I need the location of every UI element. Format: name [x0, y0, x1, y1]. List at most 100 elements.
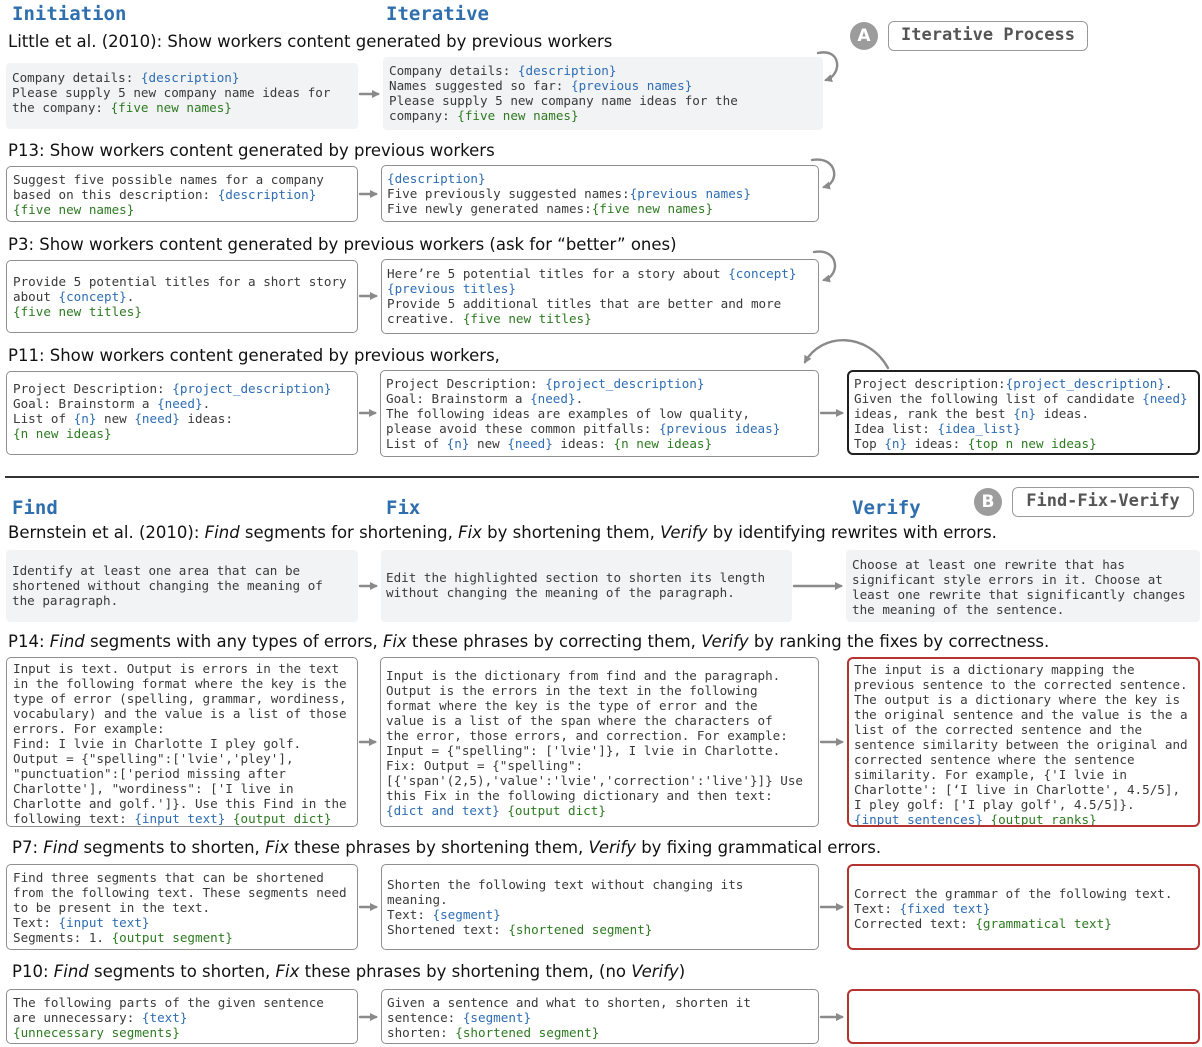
- prompt-text: I pley golf: ['I play golf', 4.5/5]}.: [854, 797, 1135, 812]
- title-italic-term: Fix: [458, 523, 482, 542]
- prompt-text: Top: [854, 436, 885, 451]
- prompt-line: The following ideas are examples of low …: [386, 406, 813, 421]
- prompt-text: vocabulary) and the value is a list of t…: [13, 706, 347, 721]
- output-variable: {output dict}: [232, 811, 332, 826]
- prompt-text: type of error (spelling, grammar, wordin…: [13, 691, 347, 706]
- prompt-line: Output is the errors in the text in the …: [386, 683, 813, 698]
- prompt-text: are unnecessary:: [13, 1010, 142, 1025]
- prompt-text: Five previously suggested names:: [387, 186, 630, 201]
- prompt-line: Given the following list of candidate {n…: [854, 391, 1193, 406]
- prompt-line: Text: {fixed text}: [854, 901, 1193, 916]
- title-text: P14:: [8, 632, 50, 651]
- input-variable: {n}: [1013, 406, 1036, 421]
- prompt-text: format where the key is the type of erro…: [386, 698, 758, 713]
- input-variable: {n}: [884, 436, 908, 451]
- prompt-line: ideas, rank the best {n} ideas.: [854, 406, 1193, 421]
- prompt-line: in the following format where the key is…: [13, 676, 351, 691]
- prompt-line: {five new titles}: [13, 304, 351, 319]
- title-text: these phrases by shortening them,: [288, 838, 589, 857]
- prompt-line: Input is text. Output is errors in the t…: [13, 661, 351, 676]
- prompt-line: significant style errors in it. Choose a…: [852, 572, 1194, 587]
- row-title-p13: P13: Show workers content generated by p…: [8, 141, 495, 160]
- prompt-text: List of: [386, 436, 447, 451]
- prompt-text: from the following text. These segments …: [13, 885, 347, 900]
- prompt-text: sentence:: [387, 1010, 463, 1025]
- prompt-text: ideas.: [1035, 406, 1090, 421]
- section-a-label: Iterative Process: [888, 21, 1088, 51]
- prompt-line: {previous titles}: [387, 281, 813, 296]
- title-text: P10:: [12, 962, 54, 981]
- prompt-line: Please supply 5 new company name ideas f…: [389, 93, 817, 108]
- prompt-line: without changing the meaning of the para…: [386, 585, 787, 600]
- prompt-text: Please supply 5 new company name ideas f…: [389, 93, 738, 108]
- prompt-line: List of {n} new {need} ideas: {n new ide…: [386, 436, 813, 451]
- output-variable: {five new names}: [591, 201, 714, 216]
- prompt-text: company:: [389, 108, 458, 123]
- output-variable: {five new names}: [13, 202, 135, 217]
- prompt-line: about {concept}.: [13, 289, 351, 304]
- prompt-text: please avoid these common pitfalls:: [386, 421, 659, 436]
- prompt-text: Suggest five possible names for a compan…: [13, 172, 324, 187]
- prompt-text: Goal: Brainstorm a: [386, 391, 531, 406]
- prompt-text: Output = {"spelling":['lvie','pley'],: [13, 751, 294, 766]
- prompt-line: "punctuation":['period missing after: [13, 766, 351, 781]
- prompt-text: Provide 5 potential titles for a short s…: [13, 274, 347, 289]
- prompt-line: Please supply 5 new company name ideas f…: [12, 85, 352, 100]
- input-variable: {n}: [73, 411, 97, 426]
- prompt-text: the paragraph.: [12, 593, 119, 608]
- prompt-line: Shorten the following text without chang…: [387, 877, 813, 892]
- title-italic-term: Fix: [265, 838, 289, 857]
- prompt-text: Choose at least one rewrite that has: [852, 557, 1125, 572]
- prompt-line: the original sentence and the value is t…: [854, 707, 1193, 722]
- prompt-text: new: [96, 411, 135, 426]
- prompt-line: Goal: Brainstorm a {need}.: [386, 391, 813, 406]
- title-italic-term: Find: [53, 962, 89, 981]
- input-variable: {segment}: [432, 907, 501, 922]
- prompt-line: Company details: {description}: [12, 70, 352, 85]
- prompt-line: vocabulary) and the value is a list of t…: [13, 706, 351, 721]
- output-variable: {n new ideas}: [13, 426, 112, 441]
- section-divider: [5, 476, 1199, 478]
- title-text: by ranking the fixes by correctness.: [748, 632, 1050, 651]
- title-italic-term: Fix: [382, 632, 407, 651]
- prompt-box-p3-initiation: Provide 5 potential titles for a short s…: [6, 260, 358, 333]
- output-variable: {five new titles}: [13, 304, 142, 319]
- prompt-text: Charlotte and golf.']}. Use this Find in…: [13, 796, 347, 811]
- prompt-box-p14-verify: The input is a dictionary mapping the pre…: [847, 657, 1200, 827]
- prompt-line: to be present in the text.: [13, 900, 351, 915]
- title-text: segments with any types of errors,: [84, 632, 383, 651]
- prompt-line: Choose at least one rewrite that has: [852, 557, 1194, 572]
- input-variable: {fixed text}: [899, 901, 991, 916]
- output-variable: {unnecessary segments}: [13, 1025, 180, 1040]
- prompt-line: Provide 5 potential titles for a short s…: [13, 274, 351, 289]
- prompt-text: Segments: 1.: [13, 930, 112, 945]
- prompt-text: The following ideas are examples of low …: [386, 406, 750, 421]
- output-variable: {output ranks}: [990, 812, 1097, 827]
- prompt-text: .: [1164, 376, 1173, 391]
- row-title-p3: P3: Show workers content generated by pr…: [8, 235, 677, 254]
- prompt-box-p14-fix: Input is the dictionary from find and th…: [380, 657, 819, 827]
- prompt-text: Given a sentence and what to shorten, sh…: [387, 995, 751, 1010]
- prompt-box-p13-initiation: Suggest five possible names for a compan…: [6, 166, 358, 222]
- title-text: P7:: [12, 838, 44, 857]
- title-italic-term: Verify: [701, 632, 749, 651]
- prompt-line: Find: I lvie in Charlotte I pley golf.: [13, 736, 351, 751]
- prompt-text: Text:: [13, 915, 59, 930]
- column-title-find: Find: [12, 497, 58, 519]
- prompt-text: Find three segments that can be shortene…: [13, 870, 324, 885]
- prompt-line: Suggest five possible names for a compan…: [13, 172, 351, 187]
- prompt-line: Idea list: {idea_list}: [854, 421, 1193, 436]
- output-variable: {n new ideas}: [613, 436, 713, 451]
- prompt-box-bernstein-find: Identify at least one area that can be sh…: [6, 550, 358, 622]
- input-variable: {need}: [507, 436, 553, 451]
- output-variable: {five new titles}: [462, 311, 592, 326]
- input-variable: {idea_list}: [937, 421, 1021, 436]
- input-variable: {segment}: [462, 1010, 532, 1025]
- prompt-line: Names suggested so far: {previous names}: [389, 78, 817, 93]
- output-variable: {output segment}: [111, 930, 233, 945]
- prompt-line: Five newly generated names:{five new nam…: [387, 201, 813, 216]
- prompt-text: Five newly generated names:: [387, 201, 592, 216]
- prompt-box-bernstein-verify: Choose at least one rewrite that has sign…: [846, 550, 1200, 622]
- section-b-badge: B: [974, 488, 1002, 516]
- prompt-text: Identify at least one area that can be: [12, 563, 301, 578]
